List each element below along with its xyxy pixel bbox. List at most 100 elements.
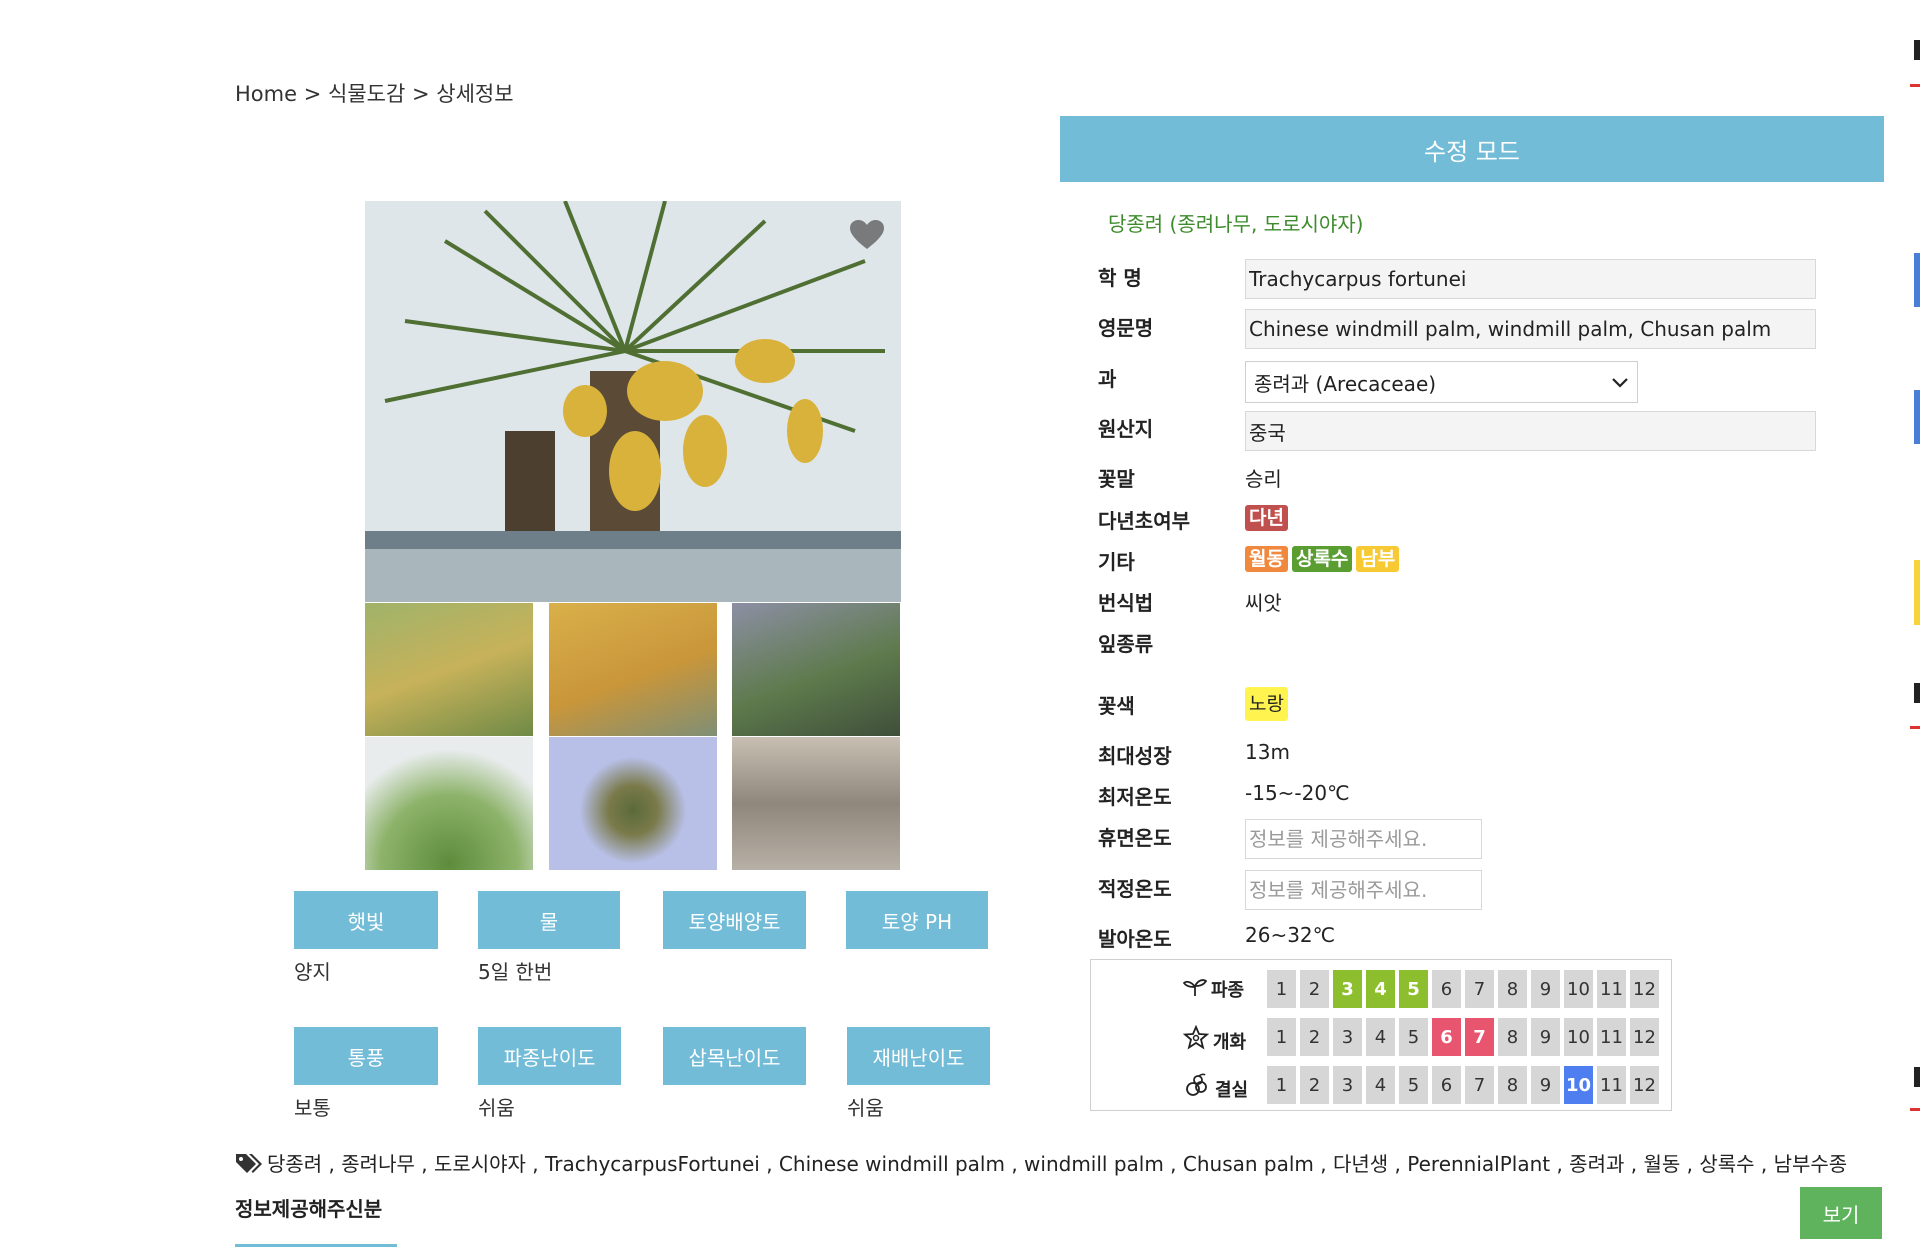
sidebar-fragment xyxy=(1914,40,1920,60)
calendar-month-cell: 3 xyxy=(1333,1018,1362,1056)
calendar-month-cell: 12 xyxy=(1630,1018,1659,1056)
calendar-month-cell: 10 xyxy=(1564,1066,1593,1104)
calendar-row-label: 결실 xyxy=(1183,1073,1248,1104)
calendar-month-cell: 1 xyxy=(1267,970,1296,1008)
flower-language-value: 승리 xyxy=(1245,467,1282,491)
min-temp-value: -15~-20℃ xyxy=(1245,781,1350,805)
calendar-month-cell: 12 xyxy=(1630,1066,1659,1104)
calendar-month-cell: 7 xyxy=(1465,970,1494,1008)
sowing-difficulty-value: 쉬움 xyxy=(478,1096,515,1120)
english-name-input[interactable] xyxy=(1245,309,1816,349)
growing-difficulty-value: 쉬움 xyxy=(847,1096,884,1120)
max-growth-value: 13m xyxy=(1245,740,1290,764)
origin-label: 원산지 xyxy=(1098,417,1154,441)
sprout-icon xyxy=(1182,977,1208,1002)
propagation-label: 번식법 xyxy=(1098,591,1154,615)
breadcrumb-separator: > xyxy=(411,82,430,106)
tags-text[interactable]: 당종려 , 종려나무 , 도로시야자 , TrachycarpusFortune… xyxy=(267,1152,1847,1176)
calendar-month-cell: 1 xyxy=(1267,1066,1296,1104)
contributor-heading: 정보제공해주신분 xyxy=(235,1197,383,1221)
tag-icon xyxy=(235,1152,263,1179)
dormant-temp-label: 휴면온도 xyxy=(1098,826,1172,850)
scientific-name-input[interactable] xyxy=(1245,259,1816,299)
propagation-value: 씨앗 xyxy=(1245,591,1282,615)
calendar-month-cell: 9 xyxy=(1531,970,1560,1008)
calendar-month-cell: 3 xyxy=(1333,1066,1362,1104)
calendar-month-cell: 4 xyxy=(1366,1018,1395,1056)
breadcrumb-current: 상세정보 xyxy=(436,82,514,106)
calendar-month-cell: 6 xyxy=(1432,1066,1461,1104)
sunlight-value: 양지 xyxy=(294,960,331,984)
thumbnail-photo[interactable] xyxy=(365,737,533,870)
soil-ph-button[interactable]: 토양 PH xyxy=(846,891,988,949)
calendar-month-cell: 5 xyxy=(1399,1066,1428,1104)
min-temp-label: 최저온도 xyxy=(1098,785,1172,809)
thumbnail-photo[interactable] xyxy=(365,603,533,736)
winter-hardy-badge: 월동 xyxy=(1245,546,1288,572)
ventilation-button[interactable]: 통풍 xyxy=(294,1027,438,1085)
soil-mix-button[interactable]: 토양배양토 xyxy=(663,891,806,949)
growing-difficulty-button[interactable]: 재배난이도 xyxy=(847,1027,990,1085)
breadcrumb-separator: > xyxy=(303,82,322,106)
main-plant-photo[interactable] xyxy=(365,201,901,602)
calendar-month-cell: 10 xyxy=(1564,970,1593,1008)
family-selected-value: 종려과 (Arecaceae) xyxy=(1254,371,1437,396)
calendar-month-cell: 2 xyxy=(1300,1018,1329,1056)
proper-temp-input[interactable] xyxy=(1245,870,1482,910)
calendar-month-cell: 1 xyxy=(1267,1018,1296,1056)
calendar-month-cell: 8 xyxy=(1498,1018,1527,1056)
calendar-month-cell: 10 xyxy=(1564,1018,1593,1056)
breadcrumb-home[interactable]: Home xyxy=(235,82,297,106)
calendar-month-cell: 6 xyxy=(1432,1018,1461,1056)
breadcrumb-category[interactable]: 식물도감 xyxy=(328,82,405,106)
edit-mode-bar[interactable]: 수정 모드 xyxy=(1060,116,1884,182)
tag-list: 당종려 , 종려나무 , 도로시야자 , TrachycarpusFortune… xyxy=(235,1148,1847,1179)
calendar-month-cell: 6 xyxy=(1432,970,1461,1008)
thumbnail-photo[interactable] xyxy=(732,737,900,870)
sidebar-fragment xyxy=(1914,560,1920,625)
ventilation-value: 보통 xyxy=(294,1096,331,1120)
calendar-month-cell: 11 xyxy=(1597,1018,1626,1056)
calendar-month-cell: 4 xyxy=(1366,970,1395,1008)
calendar-month-cell: 4 xyxy=(1366,1066,1395,1104)
sidebar-fragment xyxy=(1910,84,1920,87)
flower-language-label: 꽃말 xyxy=(1098,467,1135,491)
sunlight-button[interactable]: 햇빛 xyxy=(294,891,438,949)
water-value: 5일 한번 xyxy=(478,960,553,984)
perennial-label: 다년초여부 xyxy=(1098,509,1190,533)
perennial-badge: 다년 xyxy=(1245,505,1288,531)
family-label: 과 xyxy=(1098,367,1117,391)
flower-color-badge: 노랑 xyxy=(1245,687,1288,721)
sidebar-fragment xyxy=(1914,683,1920,703)
calendar-month-cell: 8 xyxy=(1498,1066,1527,1104)
view-button[interactable]: 보기 xyxy=(1800,1187,1882,1239)
heart-icon[interactable] xyxy=(850,220,884,250)
evergreen-badge: 상록수 xyxy=(1291,546,1353,572)
cutting-difficulty-button[interactable]: 삽목난이도 xyxy=(663,1027,806,1085)
calendar-month-cell: 3 xyxy=(1333,970,1362,1008)
calendar-month-cell: 5 xyxy=(1399,1018,1428,1056)
max-growth-label: 최대성장 xyxy=(1098,744,1172,768)
thumbnail-photo[interactable] xyxy=(549,603,717,736)
proper-temp-label: 적정온도 xyxy=(1098,877,1172,901)
leaf-type-label: 잎종류 xyxy=(1098,632,1154,656)
family-select[interactable]: 종려과 (Arecaceae) xyxy=(1245,361,1638,403)
water-button[interactable]: 물 xyxy=(478,891,620,949)
calendar-row-label: 개화 xyxy=(1182,1024,1246,1056)
dormant-temp-input[interactable] xyxy=(1245,819,1482,859)
calendar-month-cell: 11 xyxy=(1597,970,1626,1008)
sowing-difficulty-button[interactable]: 파종난이도 xyxy=(478,1027,621,1085)
origin-input[interactable] xyxy=(1245,411,1816,451)
calendar-month-cell: 2 xyxy=(1300,970,1329,1008)
southern-badge: 남부 xyxy=(1356,546,1400,572)
sidebar-fragment xyxy=(1914,1067,1920,1087)
calendar-month-cell: 5 xyxy=(1399,970,1428,1008)
plant-title: 당종려 (종려나무, 도로시야자) xyxy=(1108,212,1364,236)
thumbnail-photo[interactable] xyxy=(732,603,900,736)
thumbnail-photo[interactable] xyxy=(549,737,717,870)
chevron-down-icon xyxy=(1611,370,1629,394)
sidebar-fragment xyxy=(1910,1108,1920,1111)
germination-temp-label: 발아온도 xyxy=(1098,927,1172,951)
calendar-month-cell: 7 xyxy=(1465,1018,1494,1056)
calendar-month-cell: 8 xyxy=(1498,970,1527,1008)
